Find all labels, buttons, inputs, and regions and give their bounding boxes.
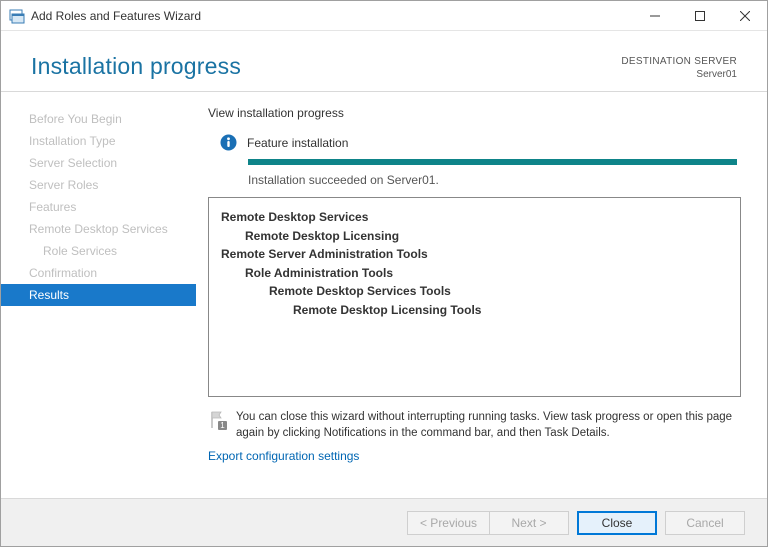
progress-bar — [248, 159, 737, 165]
feature-item: Remote Desktop Services — [221, 208, 728, 227]
window-controls — [632, 1, 767, 30]
status-row: Feature installation — [220, 134, 741, 151]
app-icon — [9, 8, 25, 24]
cancel-button[interactable]: Cancel — [665, 511, 745, 535]
svg-text:1: 1 — [220, 421, 225, 430]
minimize-button[interactable] — [632, 1, 677, 30]
wizard-step[interactable]: Server Roles — [1, 174, 196, 196]
result-text: Installation succeeded on Server01. — [248, 173, 741, 187]
feature-item: Remote Desktop Services Tools — [221, 282, 728, 301]
destination-server: DESTINATION SERVER Server01 — [621, 53, 737, 81]
footer: < Previous Next > Close Cancel — [1, 498, 767, 546]
flag-icon: 1 — [208, 410, 228, 430]
wizard-steps: Before You BeginInstallation TypeServer … — [1, 92, 196, 477]
note-row: 1 You can close this wizard without inte… — [208, 409, 741, 441]
status-text: Feature installation — [247, 136, 348, 150]
wizard-step[interactable]: Remote Desktop Services — [1, 218, 196, 240]
wizard-step[interactable]: Before You Begin — [1, 108, 196, 130]
destination-value: Server01 — [621, 68, 737, 81]
note-text: You can close this wizard without interr… — [236, 409, 741, 441]
content-heading: View installation progress — [208, 106, 741, 120]
destination-label: DESTINATION SERVER — [621, 55, 737, 68]
page-header: Installation progress DESTINATION SERVER… — [1, 31, 767, 92]
next-button[interactable]: Next > — [489, 511, 569, 535]
previous-button[interactable]: < Previous — [407, 511, 489, 535]
wizard-step[interactable]: Confirmation — [1, 262, 196, 284]
window-title: Add Roles and Features Wizard — [31, 9, 632, 23]
wizard-step[interactable]: Installation Type — [1, 130, 196, 152]
content-pane: View installation progress Feature insta… — [196, 92, 767, 477]
wizard-step[interactable]: Features — [1, 196, 196, 218]
close-button[interactable]: Close — [577, 511, 657, 535]
wizard-step[interactable]: Role Services — [1, 240, 196, 262]
feature-item: Remote Server Administration Tools — [221, 245, 728, 264]
feature-item: Role Administration Tools — [221, 264, 728, 283]
nav-button-group: < Previous Next > — [407, 511, 569, 535]
feature-item: Remote Desktop Licensing — [221, 227, 728, 246]
titlebar: Add Roles and Features Wizard — [1, 1, 767, 31]
installed-features-box: Remote Desktop ServicesRemote Desktop Li… — [208, 197, 741, 397]
close-window-button[interactable] — [722, 1, 767, 30]
info-icon — [220, 134, 237, 151]
maximize-button[interactable] — [677, 1, 722, 30]
feature-item: Remote Desktop Licensing Tools — [221, 301, 728, 320]
wizard-step[interactable]: Server Selection — [1, 152, 196, 174]
wizard-step[interactable]: Results — [1, 284, 196, 306]
page-title: Installation progress — [31, 53, 241, 81]
main-area: Before You BeginInstallation TypeServer … — [1, 92, 767, 477]
export-config-link[interactable]: Export configuration settings — [208, 449, 741, 463]
